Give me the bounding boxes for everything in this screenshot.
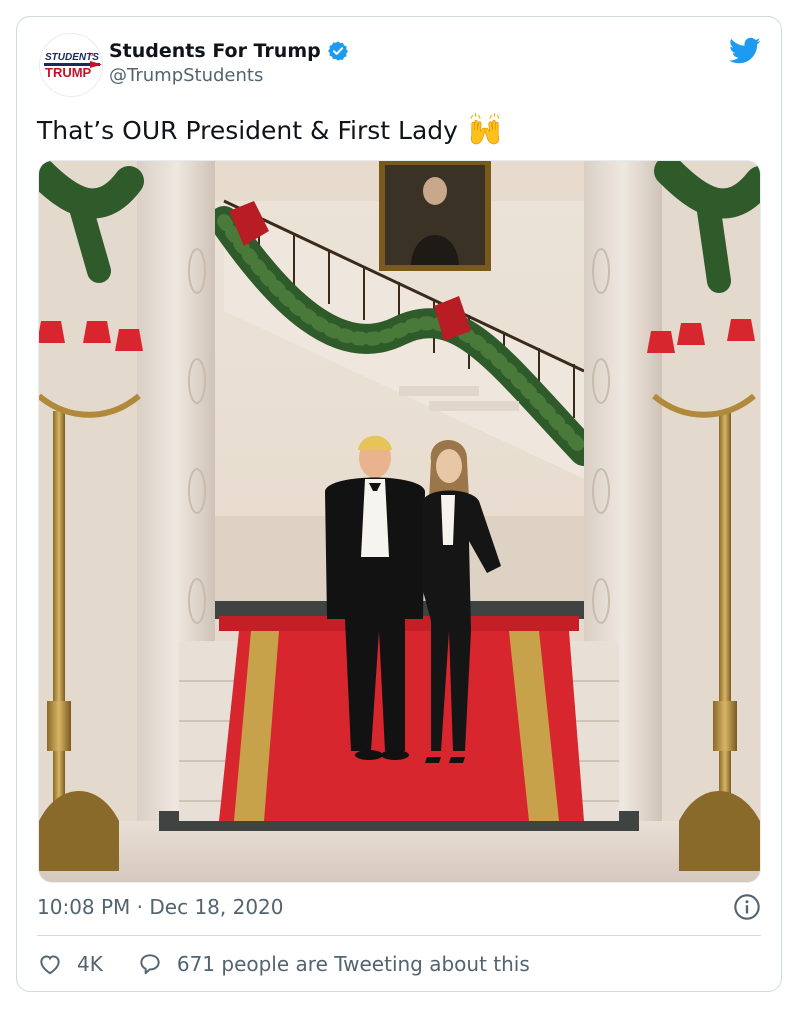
user-handle[interactable]: @TrumpStudents bbox=[109, 65, 263, 86]
tweet-card[interactable]: STUDENTS for TRUMP Students For Trump @T… bbox=[16, 16, 782, 992]
tweeting-about-text: 671 people are Tweeting about this bbox=[176, 952, 530, 976]
avatar-line2: TRUMP bbox=[45, 65, 92, 80]
heart-icon bbox=[40, 955, 60, 975]
tweet-timestamp[interactable]: 10:08 PM · Dec 18, 2020 bbox=[37, 895, 284, 919]
display-name[interactable]: Students For Trump bbox=[109, 40, 321, 62]
tweeting-about-link[interactable]: 671 people are Tweeting about this bbox=[137, 951, 530, 977]
like-count: 4K bbox=[77, 952, 103, 976]
avatar[interactable]: STUDENTS for TRUMP bbox=[39, 33, 103, 97]
raising-hands-emoji bbox=[470, 113, 500, 145]
speech-bubble-icon bbox=[140, 954, 160, 975]
divider bbox=[37, 935, 761, 936]
tweet-text: That’s OUR President & First Lady bbox=[37, 115, 458, 145]
tweet-photo[interactable] bbox=[38, 160, 761, 883]
avatar-line1-small: for bbox=[89, 52, 95, 58]
info-icon[interactable] bbox=[733, 893, 761, 921]
verified-badge-icon bbox=[327, 41, 348, 61]
twitter-bird-icon[interactable] bbox=[729, 37, 761, 65]
like-button[interactable]: 4K bbox=[37, 951, 103, 977]
